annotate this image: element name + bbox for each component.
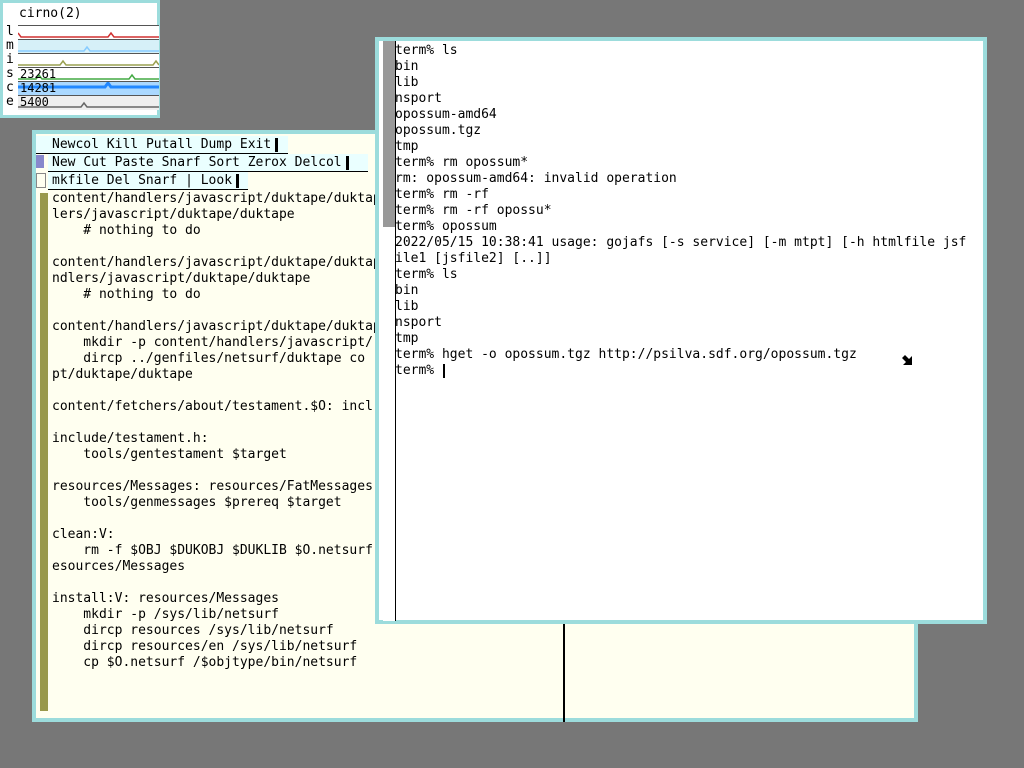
stats-graph xyxy=(18,39,159,54)
terminal-line[interactable]: rm: opossum-amd64: invalid operation xyxy=(395,171,983,187)
column-command-newcol[interactable]: Newcol xyxy=(52,137,99,152)
terminal-line[interactable]: tmp xyxy=(395,331,983,347)
file-tag-commands[interactable]: mkfile Del Snarf | Look xyxy=(52,173,240,188)
acme-text-line[interactable]: dircp resources /sys/lib/netsurf xyxy=(52,623,562,639)
column-command-kill[interactable]: Kill xyxy=(107,137,138,152)
stats-graph: 23261 xyxy=(18,67,159,82)
file-command-snarf[interactable]: Snarf xyxy=(138,173,177,188)
terminal-prompt: term% xyxy=(395,363,442,378)
stats-graph: 14281 xyxy=(18,80,159,96)
stats-graph: 5400 xyxy=(18,95,159,110)
stats-value: 5400 xyxy=(20,95,49,109)
column-tag-commands[interactable]: Newcol Kill Putall Dump Exit xyxy=(52,137,279,152)
terminal-line[interactable]: term% rm -rf opossu* xyxy=(395,203,983,219)
stats-window[interactable]: cirno(2) l m i s 23261 c 14281 e 5400 xyxy=(0,0,160,118)
terminal-text[interactable]: term% ls bin lib nsport opossum-amd64 opossum… xyxy=(395,43,983,379)
column-tag[interactable]: Newcol Kill Putall Dump Exit xyxy=(36,136,288,154)
stats-row-m: m xyxy=(3,38,159,54)
window-tag-commands[interactable]: New Cut Paste Snarf Sort Zerox Delcol xyxy=(52,155,349,170)
window-command-zerox[interactable]: Zerox xyxy=(248,155,287,170)
stats-label: c xyxy=(6,80,14,95)
file-tag[interactable]: mkfile Del Snarf | Look xyxy=(48,172,248,190)
terminal-line[interactable]: lib xyxy=(395,299,983,315)
file-command-mkfile[interactable]: mkfile xyxy=(52,173,99,188)
stats-row-s: s 23261 xyxy=(3,66,159,82)
column-command-dump[interactable]: Dump xyxy=(201,137,232,152)
stats-row-i: i xyxy=(3,52,160,68)
text-cursor xyxy=(442,363,445,378)
window-command-sort[interactable]: Sort xyxy=(209,155,240,170)
stats-graph xyxy=(18,53,160,68)
terminal-line[interactable]: ile1 [jsfile2] [..]] xyxy=(395,251,983,267)
terminal-line[interactable]: nsport xyxy=(395,315,983,331)
column-command-exit[interactable]: Exit xyxy=(240,137,271,152)
terminal-line[interactable]: bin xyxy=(395,59,983,75)
terminal-line[interactable]: term% ls xyxy=(395,267,983,283)
acme-text-line[interactable]: cp $O.netsurf /$objtype/bin/netsurf xyxy=(52,655,562,671)
tag-cursor xyxy=(236,173,240,188)
mouse-pointer-icon xyxy=(902,355,912,365)
stats-sparkline xyxy=(18,45,159,52)
terminal-line[interactable]: tmp xyxy=(395,139,983,155)
stats-label: s xyxy=(6,66,14,81)
column-command-putall[interactable]: Putall xyxy=(146,137,193,152)
acme-text-line[interactable]: dircp resources/en /sys/lib/netsurf xyxy=(52,639,562,655)
terminal-scroll-thumb[interactable] xyxy=(383,41,395,227)
window-command-delcol[interactable]: Delcol xyxy=(295,155,342,170)
window-command-new[interactable]: New xyxy=(52,155,75,170)
stats-value: 14281 xyxy=(20,81,57,95)
stats-label: e xyxy=(6,94,14,109)
window-command-cut[interactable]: Cut xyxy=(83,155,106,170)
stats-label: l xyxy=(6,24,14,39)
terminal-line[interactable]: term% opossum xyxy=(395,219,983,235)
window-command-paste[interactable]: Paste xyxy=(115,155,154,170)
file-tag-box[interactable] xyxy=(36,173,46,188)
terminal-window[interactable]: term% ls bin lib nsport opossum-amd64 opossum… xyxy=(375,37,987,624)
terminal-line[interactable]: nsport xyxy=(395,91,983,107)
terminal-line[interactable]: term% ls xyxy=(395,43,983,59)
terminal-line[interactable]: opossum.tgz xyxy=(395,123,983,139)
acme-scroll-thumb[interactable] xyxy=(40,191,48,193)
terminal-line[interactable]: opossum-amd64 xyxy=(395,107,983,123)
tag-cursor xyxy=(345,155,349,170)
terminal-line[interactable]: term% rm opossum* xyxy=(395,155,983,171)
window-tag[interactable]: New Cut Paste Snarf Sort Zerox Delcol xyxy=(48,154,368,172)
column-separator xyxy=(563,622,565,722)
stats-label: i xyxy=(6,52,14,67)
terminal-line[interactable]: term% rm -rf xyxy=(395,187,983,203)
stats-graph xyxy=(17,25,159,40)
file-command-del[interactable]: Del xyxy=(107,173,130,188)
window-tag-box[interactable] xyxy=(36,155,44,168)
stats-value: 23261 xyxy=(20,67,57,81)
acme-scrollbar[interactable] xyxy=(40,191,48,711)
terminal-line[interactable]: term% hget -o opossum.tgz http://psilva.… xyxy=(395,347,983,363)
stats-row-c: c 14281 xyxy=(3,80,159,96)
stats-sparkline xyxy=(18,59,160,66)
stats-sparkline xyxy=(17,31,159,38)
terminal-prompt-line[interactable]: term% xyxy=(395,363,983,379)
terminal-line[interactable]: bin xyxy=(395,283,983,299)
stats-title: cirno(2) xyxy=(19,6,82,21)
stats-label: m xyxy=(6,38,14,53)
file-command-look[interactable]: Look xyxy=(201,173,232,188)
terminal-line[interactable]: 2022/05/15 10:38:41 usage: gojafs [-s se… xyxy=(395,235,983,251)
terminal-line[interactable]: lib xyxy=(395,75,983,91)
window-command-snarf[interactable]: Snarf xyxy=(162,155,201,170)
tag-cursor xyxy=(275,137,279,152)
file-command-pipe[interactable]: | xyxy=(185,173,193,188)
stats-row-l: l xyxy=(3,24,159,40)
stats-row-e: e 5400 xyxy=(3,94,159,110)
